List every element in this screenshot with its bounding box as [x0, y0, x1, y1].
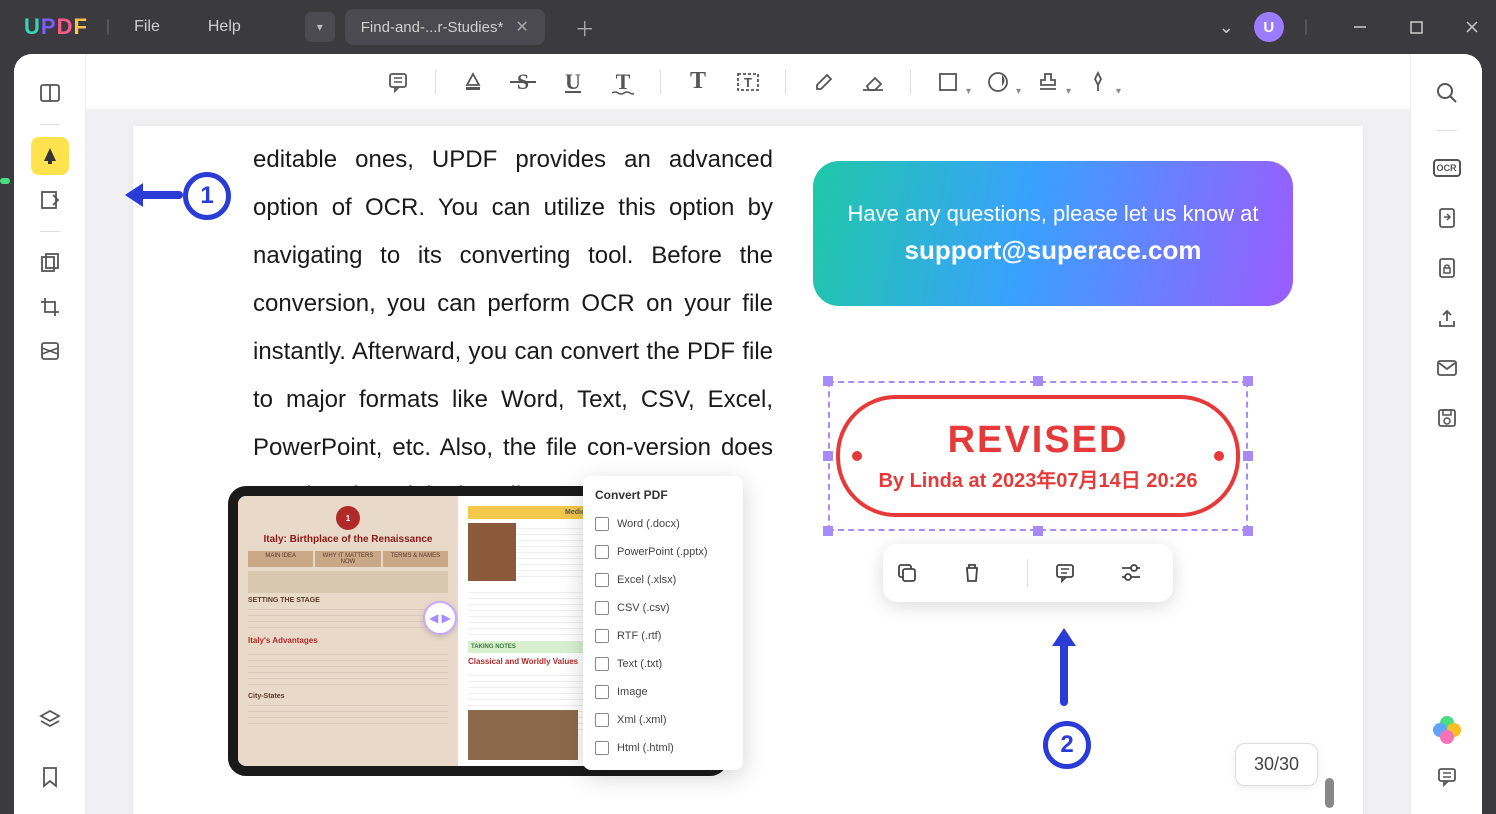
chapter-title: Italy: Birthplace of the Renaissance — [248, 534, 448, 545]
save-icon[interactable] — [1428, 399, 1466, 437]
note-icon[interactable] — [377, 63, 419, 101]
convert-option-ppt[interactable]: PowerPoint (.pptx) — [583, 538, 743, 566]
maximize-button[interactable] — [1392, 7, 1440, 47]
left-sidebar — [14, 54, 86, 814]
callout-badge-2: 2 — [1043, 721, 1091, 769]
close-button[interactable] — [1448, 7, 1496, 47]
shape-icon[interactable] — [927, 63, 969, 101]
new-tab-button[interactable]: ＋ — [565, 9, 605, 46]
tab-close-icon[interactable]: ✕ — [515, 17, 528, 37]
scrollbar-thumb[interactable] — [1325, 778, 1334, 808]
body-text: editable ones, UPDF provides an advanced… — [253, 136, 773, 520]
resize-handle[interactable] — [823, 451, 833, 461]
ocr-icon[interactable]: OCR — [1428, 149, 1466, 187]
callout-arrow-2 — [1055, 616, 1073, 706]
text-icon[interactable]: T — [677, 63, 719, 101]
reader-mode-icon[interactable] — [31, 74, 69, 112]
tab-menu-icon[interactable]: ▾ — [305, 12, 335, 42]
layers-icon[interactable] — [31, 700, 69, 738]
convert-option-html[interactable]: Html (.html) — [583, 734, 743, 762]
copy-icon[interactable] — [896, 562, 936, 584]
convert-icon[interactable] — [1428, 199, 1466, 237]
squiggly-icon[interactable]: T — [602, 63, 644, 101]
resize-handle[interactable] — [1033, 376, 1043, 386]
svg-text:T: T — [744, 75, 752, 90]
convert-option-xml[interactable]: Xml (.xml) — [583, 706, 743, 734]
convert-option-excel[interactable]: Excel (.xlsx) — [583, 566, 743, 594]
stamp-subtitle: By Linda at 2023年07月14日 20:26 — [878, 464, 1197, 493]
stamp-dot — [852, 451, 862, 461]
protect-icon[interactable] — [1428, 249, 1466, 287]
stamp-floating-toolbar — [883, 544, 1173, 602]
organize-pages-icon[interactable] — [31, 244, 69, 282]
main-area: S U T T T 1 editable ones, UPDF provides… — [86, 54, 1410, 814]
convert-option-rtf[interactable]: RTF (.rtf) — [583, 622, 743, 650]
strikethrough-icon[interactable]: S — [502, 63, 544, 101]
comments-panel-icon[interactable] — [1428, 758, 1466, 796]
support-banner: Have any questions, please let us know a… — [813, 161, 1293, 306]
updf-flower-icon[interactable] — [1433, 716, 1461, 744]
resize-handle[interactable] — [823, 376, 833, 386]
document-canvas[interactable]: 1 editable ones, UPDF provides an advanc… — [86, 110, 1410, 814]
search-icon[interactable] — [1428, 74, 1466, 112]
convert-option-image[interactable]: Image — [583, 678, 743, 706]
resize-handle[interactable] — [823, 526, 833, 536]
indicator-dot — [0, 178, 10, 184]
annotation-toolbar: S U T T T — [86, 54, 1410, 110]
tab-title: Find-and-...r-Studies* — [361, 19, 504, 36]
menu-file[interactable]: File — [110, 18, 184, 36]
email-icon[interactable] — [1428, 349, 1466, 387]
edit-tool-icon[interactable] — [31, 181, 69, 219]
callout-arrow-1 — [113, 186, 183, 204]
share-icon[interactable] — [1428, 299, 1466, 337]
resize-handle[interactable] — [1243, 451, 1253, 461]
support-email: support@superace.com — [905, 235, 1202, 266]
revised-stamp[interactable]: REVISED By Linda at 2023年07月14日 20:26 — [836, 395, 1240, 517]
convert-option-txt[interactable]: Text (.txt) — [583, 650, 743, 678]
textbox-icon[interactable]: T — [727, 63, 769, 101]
resize-handle[interactable] — [1243, 376, 1253, 386]
page-nav-icon[interactable]: ◀ ▶ — [423, 601, 457, 635]
support-line: Have any questions, please let us know a… — [848, 201, 1259, 227]
resize-handle[interactable] — [1033, 526, 1043, 536]
crop-tool-icon[interactable] — [31, 288, 69, 326]
workspace: S U T T T 1 editable ones, UPDF provides… — [14, 54, 1482, 814]
bookmark-icon[interactable] — [31, 758, 69, 796]
comment-icon[interactable] — [1054, 562, 1094, 584]
right-sidebar: OCR — [1410, 54, 1482, 814]
titlebar: UPDF | File Help ▾ Find-and-...r-Studies… — [0, 0, 1496, 54]
chapter-badge: 1 — [336, 506, 360, 530]
chevron-down-icon[interactable]: ⌄ — [1219, 17, 1234, 38]
pdf-page: 1 editable ones, UPDF provides an advanc… — [133, 126, 1363, 814]
document-tab[interactable]: Find-and-...r-Studies* ✕ — [345, 9, 545, 45]
app-logo: UPDF — [24, 14, 88, 40]
callout-badge-1: 1 — [183, 172, 231, 220]
minimize-button[interactable] — [1336, 7, 1384, 47]
highlight-icon[interactable] — [452, 63, 494, 101]
menu-help[interactable]: Help — [184, 18, 265, 36]
properties-icon[interactable] — [1120, 564, 1160, 582]
convert-option-word[interactable]: Word (.docx) — [583, 510, 743, 538]
convert-popup: Convert PDF Word (.docx) PowerPoint (.pp… — [583, 476, 743, 770]
resize-handle[interactable] — [1243, 526, 1253, 536]
stamp-dot — [1214, 451, 1224, 461]
signature-icon[interactable] — [1077, 63, 1119, 101]
comment-tool-icon[interactable] — [31, 137, 69, 175]
pencil-icon[interactable] — [802, 63, 844, 101]
page-counter[interactable]: 30/30 — [1235, 743, 1318, 786]
underline-icon[interactable]: U — [552, 63, 594, 101]
user-avatar[interactable]: U — [1254, 12, 1284, 42]
stamp-title: REVISED — [948, 419, 1129, 462]
convert-title: Convert PDF — [583, 484, 743, 510]
stamp-icon[interactable] — [1027, 63, 1069, 101]
eraser-icon[interactable] — [852, 63, 894, 101]
delete-icon[interactable] — [962, 562, 1002, 584]
sticker-icon[interactable] — [977, 63, 1019, 101]
stamp-selection[interactable]: REVISED By Linda at 2023年07月14日 20:26 — [828, 381, 1248, 531]
convert-option-csv[interactable]: CSV (.csv) — [583, 594, 743, 622]
redact-tool-icon[interactable] — [31, 332, 69, 370]
